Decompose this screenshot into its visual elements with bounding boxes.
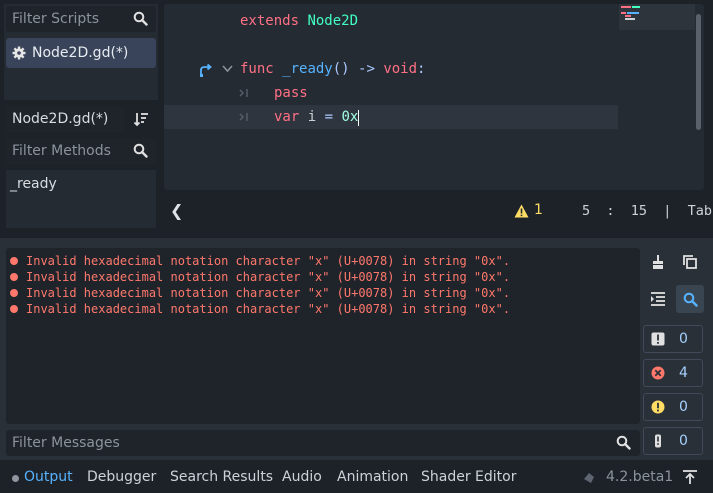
output-active-dot-icon <box>12 475 19 482</box>
error-dot-icon <box>10 273 18 281</box>
code-lines: extends Node2D func _ready() -> void: pa… <box>164 9 618 139</box>
code-line: pass <box>164 81 618 105</box>
tab-animation[interactable]: Animation <box>337 469 408 485</box>
warning-icon <box>514 204 529 218</box>
tab-search-results[interactable]: Search Results <box>170 469 273 485</box>
search-icon <box>133 11 148 26</box>
fold-arrow-icon[interactable] <box>222 65 233 73</box>
editor-count: 0 <box>679 433 688 449</box>
filter-warnings-toggle[interactable]: 0 <box>643 393 703 421</box>
code-token: () <box>332 61 350 77</box>
code-token: func <box>240 61 274 77</box>
log-message: Invalid hexadecimal notation character "… <box>10 253 640 269</box>
tab-debugger[interactable]: Debugger <box>87 469 156 485</box>
minimap[interactable] <box>619 4 695 30</box>
log-message-text: Invalid hexadecimal notation character "… <box>26 302 511 316</box>
search-toggle-button[interactable] <box>676 285 704 313</box>
code-line: var i = 0x <box>164 105 618 129</box>
search-icon <box>683 292 698 307</box>
errors-count: 4 <box>679 365 688 381</box>
error-icon <box>651 366 665 380</box>
code-editor[interactable]: extends Node2D func _ready() -> void: pa… <box>164 4 704 190</box>
warning-count[interactable]: 1 <box>534 202 543 218</box>
method-list-item[interactable]: _ready <box>10 176 57 196</box>
filter-messages-toggle[interactable]: 0 <box>643 325 703 353</box>
tab-indent-icon <box>239 88 249 98</box>
error-dot-icon <box>10 305 18 313</box>
code-token: = <box>324 109 334 125</box>
code-token: -> <box>358 61 375 77</box>
cursor-position: 5 : 15 | Tabs <box>582 203 713 219</box>
current-script-name: Node2D.gd(*) <box>12 111 109 127</box>
version-label[interactable]: 4.2.beta1 <box>606 469 673 485</box>
filter-scripts-input[interactable]: Filter Scripts <box>6 6 156 32</box>
log-message-text: Invalid hexadecimal notation character "… <box>26 254 511 268</box>
minimap-line <box>632 6 640 8</box>
search-icon <box>133 143 148 158</box>
code-token: 0x <box>341 109 359 125</box>
filter-scripts-placeholder: Filter Scripts <box>12 11 100 27</box>
sort-icon[interactable] <box>133 111 149 127</box>
warnings-count: 0 <box>679 399 688 415</box>
filter-editor-toggle[interactable]: 0 <box>643 427 703 455</box>
error-dot-icon <box>10 289 18 297</box>
code-line: extends Node2D <box>164 9 618 33</box>
tab-output[interactable]: Output <box>24 469 73 485</box>
code-token: void <box>383 61 418 77</box>
script-list-item[interactable]: Node2D.gd(*) <box>6 38 156 68</box>
message-icon <box>651 332 665 346</box>
tab-shader-editor[interactable]: Shader Editor <box>421 469 516 485</box>
collapse-panel-button[interactable]: ❮ <box>170 201 183 220</box>
method-override-icon[interactable] <box>199 63 213 77</box>
filter-errors-toggle[interactable]: 4 <box>643 359 703 387</box>
editor-message-icon <box>651 434 665 448</box>
clear-output-icon[interactable] <box>650 254 666 270</box>
code-token: i <box>299 109 325 125</box>
filter-methods-placeholder: Filter Methods <box>12 143 111 159</box>
search-icon <box>616 435 631 450</box>
code-token: extends <box>240 13 300 29</box>
collapse-messages-icon[interactable] <box>650 291 666 307</box>
log-message: Invalid hexadecimal notation character "… <box>10 301 640 317</box>
copy-output-icon[interactable] <box>682 254 698 270</box>
error-dot-icon <box>10 257 18 265</box>
minimap-line <box>625 18 635 20</box>
minimap-line <box>621 12 626 14</box>
minimap-line <box>625 15 631 17</box>
log-message-text: Invalid hexadecimal notation character "… <box>26 286 511 300</box>
code-token: : <box>417 61 426 77</box>
update-spinner-icon[interactable] <box>582 471 596 485</box>
code-token: pass <box>274 85 308 101</box>
current-script-label: Node2D.gd(*) <box>6 106 124 132</box>
tab-indent-icon <box>239 112 249 122</box>
filter-messages-placeholder: Filter Messages <box>12 435 120 451</box>
tab-audio[interactable]: Audio <box>282 469 322 485</box>
expand-panel-icon[interactable] <box>683 470 697 484</box>
minimap-line <box>627 12 639 14</box>
output-log[interactable]: Invalid hexadecimal notation character "… <box>6 248 640 424</box>
script-list-item-label: Node2D.gd(*) <box>32 45 129 61</box>
log-message: Invalid hexadecimal notation character "… <box>10 285 640 301</box>
messages-count: 0 <box>679 331 688 347</box>
minimap-line <box>621 6 631 8</box>
code-token: _ready <box>282 61 333 77</box>
warning-icon <box>651 400 665 414</box>
filter-messages-input[interactable]: Filter Messages <box>6 430 640 456</box>
filter-methods-input[interactable]: Filter Methods <box>6 138 156 164</box>
log-message: Invalid hexadecimal notation character "… <box>10 269 640 285</box>
text-cursor <box>358 110 359 126</box>
code-token: Node2D <box>307 13 359 29</box>
method-list-item-label: _ready <box>10 176 57 192</box>
gear-icon <box>12 46 26 60</box>
editor-scrollbar[interactable] <box>696 14 701 130</box>
code-token: var <box>274 109 300 125</box>
bottom-panel-tabs: Output Debugger Search Results Audio Ani… <box>0 462 713 493</box>
log-message-text: Invalid hexadecimal notation character "… <box>26 270 511 284</box>
